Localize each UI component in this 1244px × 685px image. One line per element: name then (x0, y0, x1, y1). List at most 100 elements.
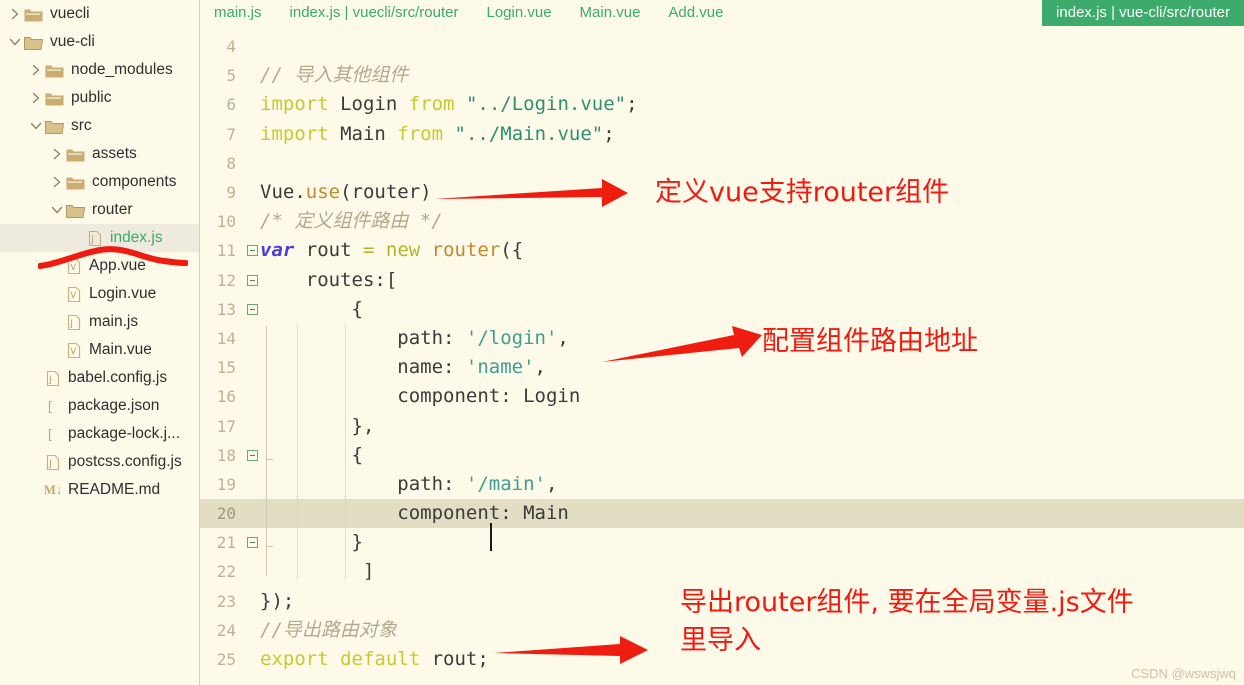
fold-marker[interactable] (244, 245, 260, 257)
code-token: , (557, 326, 569, 349)
code-text: /* 定义组件路由 */ (260, 212, 1244, 231)
code-token: (router) (340, 181, 432, 204)
tree-item-package-lock-j-[interactable]: [ ] package-lock.j... (0, 420, 199, 448)
code-text: export default rout; (260, 650, 1244, 669)
code-token: }); (260, 589, 295, 612)
svg-text:J: J (48, 459, 52, 469)
ide-window: vuecli vue-cli node_modulespublic src assets… (0, 0, 1244, 685)
chevron-right-icon[interactable] (8, 7, 22, 21)
code-token: { (260, 297, 363, 320)
code-line[interactable]: 17 }, (200, 411, 1244, 440)
code-line[interactable]: 16 component: Login (200, 382, 1244, 411)
tree-item-main-vue[interactable]: V Main.vue (0, 336, 199, 364)
tree-item-label: Main.vue (89, 341, 152, 359)
code-line[interactable]: 22 ] (200, 557, 1244, 586)
fold-marker[interactable] (244, 274, 260, 286)
tree-item-src[interactable]: src (0, 112, 199, 140)
code-text: var rout = new router({ (260, 241, 1244, 260)
code-line[interactable]: 7 import Main from "../Main.vue"; (200, 120, 1244, 149)
code-text: { (260, 297, 1244, 320)
folder-icon (45, 119, 65, 134)
folder-icon (66, 203, 86, 218)
code-token: var (260, 239, 295, 262)
code-line[interactable]: 25 export default rout; (200, 645, 1244, 674)
tree-item-babel-config-js[interactable]: Jbabel.config.js (0, 364, 199, 392)
fold-guide-level-2 (297, 324, 298, 579)
code-line[interactable]: 9 Vue.use(router) (200, 178, 1244, 207)
editor-tab-3[interactable]: Login.vue (472, 0, 565, 26)
code-line[interactable]: 13 { (200, 295, 1244, 324)
editor-tab-2[interactable]: index.js | vuecli/src/router (276, 0, 473, 26)
tree-item-main-js[interactable]: Jmain.js (0, 308, 199, 336)
code-token: routes:[ (260, 268, 398, 291)
editor-tab-bar[interactable]: main.js index.js | vuecli/src/router Login… (200, 0, 1244, 26)
code-text: path: '/login', (260, 326, 1244, 349)
chevron-right-icon[interactable] (29, 63, 43, 77)
code-line[interactable]: 11 var rout = new router({ (200, 236, 1244, 265)
editor-tab-1[interactable]: main.js (200, 0, 276, 26)
code-token: router (431, 239, 501, 262)
code-line[interactable]: 15 name: 'name', (200, 353, 1244, 382)
tree-item-label: router (92, 201, 133, 219)
tree-item-vuecli[interactable]: vuecli (0, 0, 199, 28)
chevron-down-icon[interactable] (50, 203, 64, 217)
chevron-down-icon[interactable] (8, 35, 22, 49)
line-number: 17 (216, 416, 236, 436)
tree-item-components[interactable]: components (0, 168, 199, 196)
code-editor[interactable]: 4 5 // 导入其他组件 6 import Login from "../Login.… (200, 26, 1244, 685)
code-line[interactable]: 8 (200, 149, 1244, 178)
code-line[interactable]: 14 path: '/login', (200, 324, 1244, 353)
code-token: } (260, 531, 363, 554)
code-line[interactable]: 6 import Login from "../Login.vue"; (200, 90, 1244, 119)
code-line[interactable]: 18 { (200, 441, 1244, 470)
fold-guide-tick-20 (266, 546, 273, 547)
tab-bar-spacer (737, 0, 1042, 26)
chevron-right-icon[interactable] (50, 147, 64, 161)
code-line[interactable]: 20 component: Main (200, 499, 1244, 529)
editor-tab-6[interactable]: index.js | vue-cli/src/router (1042, 0, 1244, 26)
code-text: name: 'name', (260, 358, 1244, 377)
fold-marker[interactable] (244, 449, 260, 461)
editor-tab-5[interactable]: Add.vue (654, 0, 737, 26)
code-token: from (397, 122, 444, 145)
code-line[interactable]: 12 routes:[ (200, 266, 1244, 295)
tree-item-package-json[interactable]: [ ] package.json (0, 392, 199, 420)
fold-marker[interactable] (244, 303, 260, 315)
code-line[interactable]: 19 path: '/main', (200, 470, 1244, 499)
tree-item-node-modules[interactable]: node_modules (0, 56, 199, 84)
editor-tab-4[interactable]: Main.vue (566, 0, 655, 26)
tree-item-vue-cli[interactable]: vue-cli (0, 28, 199, 56)
tree-item-public[interactable]: public (0, 84, 199, 112)
code-line[interactable]: 24 //导出路由对象 (200, 616, 1244, 645)
chevron-right-icon[interactable] (50, 175, 64, 189)
fold-marker[interactable] (244, 537, 260, 549)
tree-item-label: node_modules (71, 61, 173, 79)
chevron-down-icon[interactable] (29, 119, 43, 133)
code-line[interactable]: 4 (200, 32, 1244, 61)
fold-guide-level-1 (266, 326, 267, 576)
tree-item-router[interactable]: router (0, 196, 199, 224)
tree-item-label: package.json (68, 397, 160, 415)
line-number: 14 (216, 328, 236, 348)
code-token: "../Login.vue" (465, 93, 627, 116)
chevron-right-icon[interactable] (29, 91, 43, 105)
tree-item-label: index.js (110, 229, 163, 247)
code-line[interactable]: 10 /* 定义组件路由 */ (200, 207, 1244, 236)
tree-item-index-js[interactable]: Jindex.js (0, 224, 199, 252)
line-number: 9 (226, 183, 236, 203)
code-line[interactable]: 5 // 导入其他组件 (200, 61, 1244, 90)
tree-item-assets[interactable]: assets (0, 140, 199, 168)
code-line[interactable]: 23}); (200, 587, 1244, 616)
code-token: // 导入其他组件 (260, 64, 409, 87)
line-number: 15 (216, 358, 236, 378)
tree-item-app-vue[interactable]: V App.vue (0, 252, 199, 280)
project-file-tree[interactable]: vuecli vue-cli node_modulespublic src assets… (0, 0, 200, 685)
line-number: 21 (216, 533, 236, 553)
code-text: component: Login (260, 387, 1244, 406)
tree-item-postcss-config-js[interactable]: Jpostcss.config.js (0, 448, 199, 476)
tree-item-readme-md[interactable]: M↓ README.md (0, 476, 199, 504)
tree-item-login-vue[interactable]: V Login.vue (0, 280, 199, 308)
tree-item-label: README.md (68, 481, 161, 499)
line-number: 18 (216, 445, 236, 465)
code-line[interactable]: 21 } (200, 528, 1244, 557)
